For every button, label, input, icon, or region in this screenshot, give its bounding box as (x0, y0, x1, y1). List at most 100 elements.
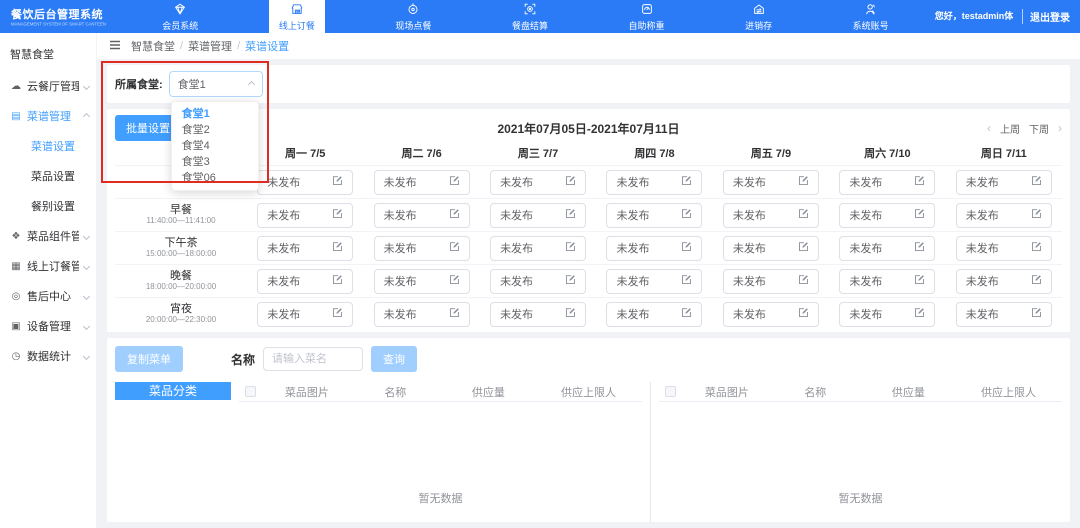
sidebar-subitem[interactable]: 菜谱设置 (0, 131, 96, 161)
edit-icon[interactable] (914, 241, 925, 255)
top-nav-item[interactable]: 系统账号 (843, 0, 899, 33)
unpublished-slot-button[interactable]: 未发布 (490, 203, 586, 228)
edit-icon[interactable] (332, 175, 343, 189)
edit-icon[interactable] (449, 175, 460, 189)
edit-icon[interactable] (798, 241, 809, 255)
top-nav-item[interactable]: 会员系统 (152, 0, 208, 33)
unpublished-slot-button[interactable]: 未发布 (257, 269, 353, 294)
edit-icon[interactable] (565, 175, 576, 189)
edit-icon[interactable] (1031, 241, 1042, 255)
sidebar-item[interactable]: ☁云餐厅管理 (0, 71, 96, 101)
unpublished-slot-button[interactable]: 未发布 (606, 203, 702, 228)
edit-icon[interactable] (449, 274, 460, 288)
breadcrumb-item[interactable]: 智慧食堂 (131, 38, 175, 54)
unpublished-slot-button[interactable]: 未发布 (956, 269, 1052, 294)
unpublished-slot-button[interactable]: 未发布 (257, 302, 353, 327)
sidebar-item[interactable]: ◎售后中心 (0, 281, 96, 311)
edit-icon[interactable] (1031, 307, 1042, 321)
unpublished-slot-button[interactable]: 未发布 (956, 302, 1052, 327)
unpublished-slot-button[interactable]: 未发布 (257, 236, 353, 261)
unpublished-slot-button[interactable]: 未发布 (490, 302, 586, 327)
sidebar-item[interactable]: ▣设备管理 (0, 311, 96, 341)
edit-icon[interactable] (681, 241, 692, 255)
unpublished-slot-button[interactable]: 未发布 (374, 170, 470, 195)
unpublished-slot-button[interactable]: 未发布 (839, 203, 935, 228)
unpublished-slot-button[interactable]: 未发布 (839, 236, 935, 261)
top-nav-item[interactable]: 自助称重 (619, 0, 675, 33)
sidebar-item[interactable]: ◷数据统计 (0, 341, 96, 371)
edit-icon[interactable] (565, 307, 576, 321)
dropdown-option[interactable]: 食堂2 (172, 122, 258, 138)
logout-button[interactable]: 退出登录 (1022, 9, 1070, 24)
top-nav-item[interactable]: 现场点餐 (385, 0, 441, 33)
canteen-select[interactable]: 食堂1 (169, 71, 263, 97)
unpublished-slot-button[interactable]: 未发布 (723, 203, 819, 228)
unpublished-slot-button[interactable]: 未发布 (490, 170, 586, 195)
next-week-arrow-icon[interactable]: › (1058, 121, 1062, 135)
dropdown-option[interactable]: 食堂4 (172, 138, 258, 154)
edit-icon[interactable] (681, 307, 692, 321)
edit-icon[interactable] (914, 307, 925, 321)
unpublished-slot-button[interactable]: 未发布 (723, 269, 819, 294)
edit-icon[interactable] (798, 274, 809, 288)
sidebar-item[interactable]: ▤菜谱管理 (0, 101, 96, 131)
edit-icon[interactable] (332, 208, 343, 222)
unpublished-slot-button[interactable]: 未发布 (839, 269, 935, 294)
query-button[interactable]: 查询 (371, 346, 417, 372)
top-nav-item[interactable]: 进销存 (735, 0, 782, 33)
unpublished-slot-button[interactable]: 未发布 (606, 302, 702, 327)
edit-icon[interactable] (332, 274, 343, 288)
dish-category-tab[interactable]: 菜品分类 (115, 382, 231, 400)
unpublished-slot-button[interactable]: 未发布 (956, 236, 1052, 261)
dish-name-input[interactable] (263, 347, 363, 371)
edit-icon[interactable] (332, 307, 343, 321)
edit-icon[interactable] (914, 208, 925, 222)
edit-icon[interactable] (681, 208, 692, 222)
select-all-checkbox[interactable] (245, 386, 256, 397)
unpublished-slot-button[interactable]: 未发布 (374, 203, 470, 228)
edit-icon[interactable] (798, 208, 809, 222)
next-week-button[interactable]: 下周 (1029, 121, 1049, 136)
unpublished-slot-button[interactable]: 未发布 (257, 170, 353, 195)
breadcrumb-item[interactable]: 菜谱管理 (188, 38, 232, 54)
edit-icon[interactable] (914, 175, 925, 189)
unpublished-slot-button[interactable]: 未发布 (490, 269, 586, 294)
prev-week-arrow-icon[interactable]: ‹ (987, 121, 991, 135)
sidebar-item[interactable]: ▦线上订餐管理 (0, 251, 96, 281)
unpublished-slot-button[interactable]: 未发布 (723, 236, 819, 261)
unpublished-slot-button[interactable]: 未发布 (374, 302, 470, 327)
unpublished-slot-button[interactable]: 未发布 (257, 203, 353, 228)
unpublished-slot-button[interactable]: 未发布 (606, 170, 702, 195)
unpublished-slot-button[interactable]: 未发布 (839, 302, 935, 327)
edit-icon[interactable] (565, 208, 576, 222)
edit-icon[interactable] (449, 208, 460, 222)
edit-icon[interactable] (565, 274, 576, 288)
edit-icon[interactable] (449, 241, 460, 255)
edit-icon[interactable] (449, 307, 460, 321)
edit-icon[interactable] (1031, 208, 1042, 222)
sidebar-item[interactable]: ❖菜品组件管理 (0, 221, 96, 251)
sidebar-subitem[interactable]: 餐别设置 (0, 191, 96, 221)
unpublished-slot-button[interactable]: 未发布 (374, 269, 470, 294)
top-nav-item[interactable]: 线上订餐 (269, 0, 325, 33)
sidebar-fold-icon[interactable] (109, 39, 121, 54)
unpublished-slot-button[interactable]: 未发布 (956, 203, 1052, 228)
prev-week-button[interactable]: 上周 (1000, 121, 1020, 136)
dropdown-option[interactable]: 食堂06 (172, 170, 258, 186)
edit-icon[interactable] (914, 274, 925, 288)
edit-icon[interactable] (798, 307, 809, 321)
unpublished-slot-button[interactable]: 未发布 (490, 236, 586, 261)
edit-icon[interactable] (1031, 274, 1042, 288)
dropdown-option[interactable]: 食堂3 (172, 154, 258, 170)
sidebar-subitem[interactable]: 菜品设置 (0, 161, 96, 191)
unpublished-slot-button[interactable]: 未发布 (374, 236, 470, 261)
unpublished-slot-button[interactable]: 未发布 (956, 170, 1052, 195)
edit-icon[interactable] (798, 175, 809, 189)
dropdown-option[interactable]: 食堂1 (172, 106, 258, 122)
unpublished-slot-button[interactable]: 未发布 (606, 236, 702, 261)
unpublished-slot-button[interactable]: 未发布 (723, 170, 819, 195)
edit-icon[interactable] (1031, 175, 1042, 189)
edit-icon[interactable] (565, 241, 576, 255)
select-all-checkbox[interactable] (665, 386, 676, 397)
unpublished-slot-button[interactable]: 未发布 (723, 302, 819, 327)
